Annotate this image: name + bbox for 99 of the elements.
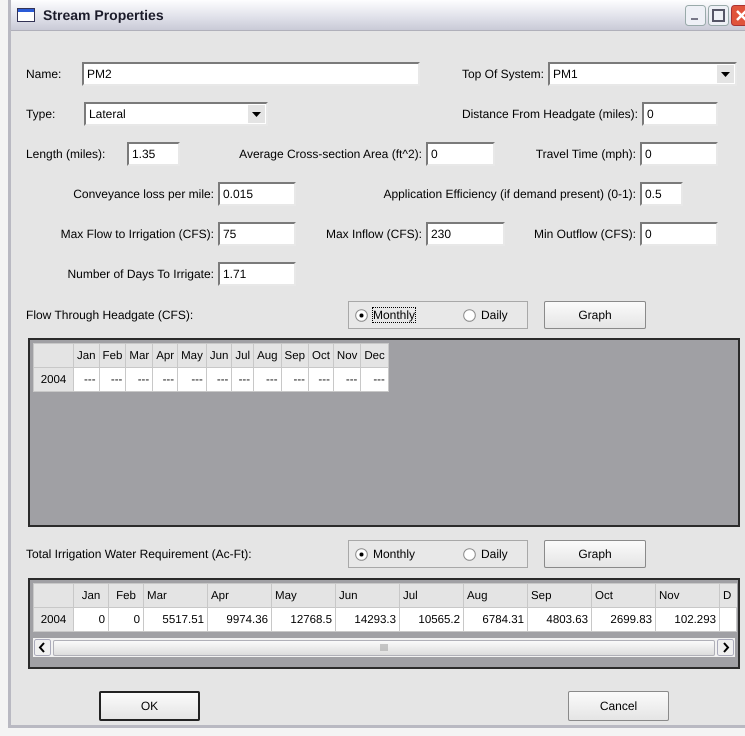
dialog-button[interactable]: OK [99, 691, 200, 721]
type-dropdown[interactable]: Lateral [84, 102, 268, 126]
column-header: Jun [206, 344, 232, 368]
table-cell: 10565.2 [400, 608, 464, 632]
column-header: Apr [152, 344, 178, 368]
field-label: Max Inflow (CFS): [324, 227, 423, 241]
column-header: Sep [281, 344, 309, 368]
radio-button[interactable]: Daily [463, 547, 508, 561]
column-header: Apr [208, 584, 272, 608]
max-inflow-field[interactable]: 230 [426, 222, 505, 246]
column-header: Aug [254, 344, 282, 368]
corner-cell [34, 344, 74, 368]
column-header: May [272, 584, 336, 608]
field-label: Max Flow to Irrigation (CFS): [60, 227, 215, 241]
radio-icon[interactable] [355, 308, 368, 322]
radio-icon[interactable] [355, 548, 368, 560]
column-header: Mar [144, 584, 208, 608]
table-cell: --- [178, 368, 206, 392]
efficiency-field[interactable]: 0.5 [640, 182, 683, 206]
distance-field[interactable]: 0 [642, 102, 718, 126]
minimize-button[interactable] [685, 4, 706, 26]
column-header: Feb [108, 584, 144, 608]
field-label: Type: [26, 107, 56, 121]
table-cell: --- [333, 368, 361, 392]
horizontal-scrollbar[interactable] [33, 638, 735, 657]
column-header: Jan [74, 584, 108, 608]
column-header: Aug [464, 584, 528, 608]
field-label: Min Outflow (CFS): [532, 227, 637, 241]
table-cell: 9974.36 [208, 608, 272, 632]
table-cell: --- [232, 368, 254, 392]
column-header: Nov [333, 344, 361, 368]
table-cell: 4803.63 [528, 608, 592, 632]
length-field[interactable]: 1.35 [127, 142, 180, 166]
table-cell: 102.293 [656, 608, 720, 632]
min-outflow-field[interactable]: 0 [640, 222, 718, 246]
section-label: Total Irrigation Water Requirement (Ac-Ft): [26, 547, 253, 561]
field-label: Top Of System: [460, 67, 545, 81]
table-cell: 6784.31 [464, 608, 528, 632]
table-cell: 2699.83 [592, 608, 656, 632]
scroll-right-icon[interactable] [717, 639, 734, 656]
row-header: 2004 [34, 608, 74, 632]
column-header: D [720, 584, 736, 608]
maximize-button[interactable] [708, 4, 729, 26]
table-cell: 0 [74, 608, 108, 632]
radio-button[interactable]: Daily [463, 308, 508, 322]
table-cell: 0 [108, 608, 144, 632]
table-cell: 5517.51 [144, 608, 208, 632]
column-header: Jul [232, 344, 254, 368]
corner-cell [34, 584, 74, 608]
travel-time-field[interactable]: 0 [640, 142, 718, 166]
table-cell: --- [126, 368, 153, 392]
column-header: Nov [656, 584, 720, 608]
field-label: Average Cross-section Area (ft^2): [238, 147, 423, 161]
table-cell: --- [74, 368, 100, 392]
column-header: Mar [126, 344, 153, 368]
field-label: Travel Time (mph): [534, 147, 637, 161]
radio-button[interactable]: Monthly [355, 308, 447, 322]
radio-icon[interactable] [463, 548, 476, 560]
days-field[interactable]: 1.71 [218, 262, 296, 286]
field-label: Name: [26, 67, 62, 81]
section-label: Flow Through Headgate (CFS): [26, 308, 194, 322]
top-of-system-dropdown[interactable]: PM1 [548, 62, 737, 86]
column-header: Feb [99, 344, 126, 368]
field-label: Application Efficiency (if demand present) (0-1): [382, 187, 637, 201]
field-label: Conveyance loss per mile: [72, 187, 215, 201]
column-header: Dec [360, 344, 388, 368]
graph-button[interactable]: Graph [544, 301, 646, 329]
window-title: Stream Properties [43, 7, 165, 23]
dialog-button[interactable]: Cancel [568, 691, 669, 721]
conveyance-field[interactable]: 0.015 [218, 182, 296, 206]
field-label: Number of Days To Irrigate: [66, 267, 215, 281]
table-cell: --- [360, 368, 388, 392]
scroll-left-icon[interactable] [34, 639, 51, 656]
table-cell: 12768.5 [272, 608, 336, 632]
graph-button[interactable]: Graph [544, 540, 646, 568]
table-cell: --- [281, 368, 309, 392]
area-field[interactable]: 0 [426, 142, 495, 166]
table-cell: 14293.3 [336, 608, 400, 632]
table-cell: --- [99, 368, 126, 392]
field-label: Length (miles): [26, 147, 106, 161]
field-label: Distance From Headgate (miles): [460, 107, 639, 121]
column-header: Jun [336, 584, 400, 608]
column-header: Jul [400, 584, 464, 608]
column-header: Jan [74, 344, 100, 368]
table-cell: --- [254, 368, 282, 392]
max-flow-field[interactable]: 75 [218, 222, 296, 246]
table-cell: --- [206, 368, 232, 392]
window-icon [17, 8, 35, 22]
table-cell: --- [308, 368, 334, 392]
table-cell: --- [152, 368, 178, 392]
row-header: 2004 [34, 368, 74, 392]
radio-button[interactable]: Monthly [355, 547, 447, 561]
radio-icon[interactable] [463, 308, 476, 322]
scroll-thumb[interactable] [53, 640, 715, 656]
name-field[interactable]: PM2 [82, 62, 420, 86]
column-header: Sep [528, 584, 592, 608]
column-header: Oct [592, 584, 656, 608]
column-header: Oct [308, 344, 334, 368]
column-header: May [178, 344, 206, 368]
